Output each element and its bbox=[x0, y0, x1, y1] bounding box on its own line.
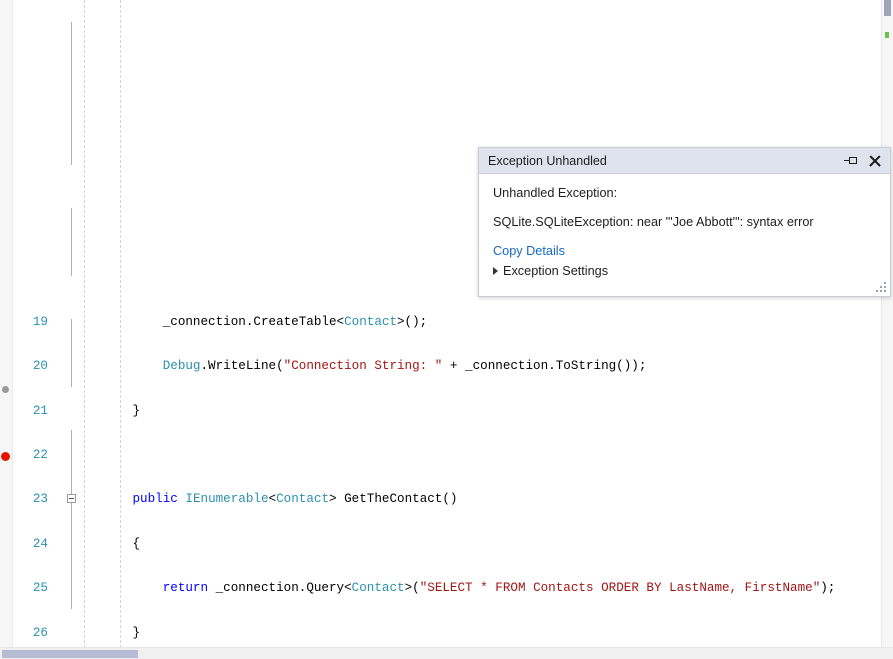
resize-grip[interactable] bbox=[875, 282, 887, 294]
line-number: 25 bbox=[32, 581, 48, 596]
code-line[interactable]: 22 bbox=[12, 444, 882, 466]
exception-heading: Unhandled Exception: bbox=[493, 186, 618, 200]
exception-unhandled-dialog[interactable]: Exception Unhandled Unhandled Exception:… bbox=[478, 147, 891, 297]
code-line-text: return _connection.Query<Contact>("SELEC… bbox=[162, 581, 836, 596]
code-line-text: } bbox=[132, 403, 141, 418]
exception-message: SQLite.SQLiteException: near "'Joe Abbot… bbox=[493, 215, 814, 229]
line-number: 22 bbox=[32, 448, 48, 462]
line-number: 24 bbox=[32, 536, 48, 551]
vertical-scrollbar-thumb[interactable] bbox=[884, 0, 891, 16]
dialog-title-buttons bbox=[844, 148, 886, 173]
code-line[interactable]: 19 _connection.CreateTable<Contact>(); bbox=[12, 311, 882, 333]
dialog-title: Exception Unhandled bbox=[488, 153, 607, 168]
line-number: 20 bbox=[32, 359, 48, 374]
dialog-title-bar: Exception Unhandled bbox=[479, 148, 890, 174]
code-line-text: Debug.WriteLine("Connection String: " + … bbox=[162, 359, 647, 374]
exception-settings-label: Exception Settings bbox=[503, 264, 609, 278]
code-lines-container[interactable]: 19 _connection.CreateTable<Contact>(); 20… bbox=[12, 311, 882, 648]
outlining-structure-line bbox=[71, 208, 72, 276]
code-line[interactable]: 20 Debug.WriteLine("Connection String: "… bbox=[12, 355, 882, 377]
triangle-right-icon bbox=[493, 267, 498, 275]
pin-icon[interactable] bbox=[844, 153, 859, 168]
horizontal-scrollbar-thumb[interactable] bbox=[2, 650, 138, 658]
code-line[interactable]: 24 { bbox=[12, 533, 882, 555]
line-number: 19 bbox=[32, 314, 48, 329]
vertical-scrollbar[interactable] bbox=[881, 0, 893, 648]
code-editor[interactable]: 19 _connection.CreateTable<Contact>(); 20… bbox=[0, 0, 893, 659]
line-number: 23 bbox=[32, 492, 48, 507]
dialog-body: Unhandled Exception: SQLite.SQLiteExcept… bbox=[479, 174, 890, 278]
code-line[interactable]: 21 } bbox=[12, 400, 882, 422]
code-line[interactable]: 23 public IEnumerable<Contact> GetTheCon… bbox=[12, 488, 882, 510]
code-line-text: { bbox=[132, 536, 141, 551]
exception-settings-expander[interactable]: Exception Settings bbox=[493, 264, 876, 278]
code-line-text: public IEnumerable<Contact> GetTheContac… bbox=[132, 492, 458, 507]
outlining-structure-line bbox=[71, 97, 72, 165]
current-statement-glyph[interactable] bbox=[2, 386, 9, 393]
copy-details-link[interactable]: Copy Details bbox=[493, 244, 565, 258]
code-line[interactable]: 26 } bbox=[12, 622, 882, 644]
scrollbar-mark bbox=[885, 32, 889, 38]
code-line[interactable]: 25 return _connection.Query<Contact>("SE… bbox=[12, 577, 882, 599]
code-line-text: _connection.CreateTable<Contact>(); bbox=[162, 314, 428, 329]
line-number: 26 bbox=[32, 625, 48, 640]
code-surface[interactable]: 19 _connection.CreateTable<Contact>(); 20… bbox=[12, 0, 882, 648]
code-line-text: } bbox=[132, 625, 141, 640]
line-number: 21 bbox=[32, 403, 48, 418]
close-icon[interactable] bbox=[867, 153, 883, 169]
breakpoint-glyph[interactable] bbox=[1, 452, 10, 461]
horizontal-scrollbar[interactable] bbox=[0, 647, 893, 659]
